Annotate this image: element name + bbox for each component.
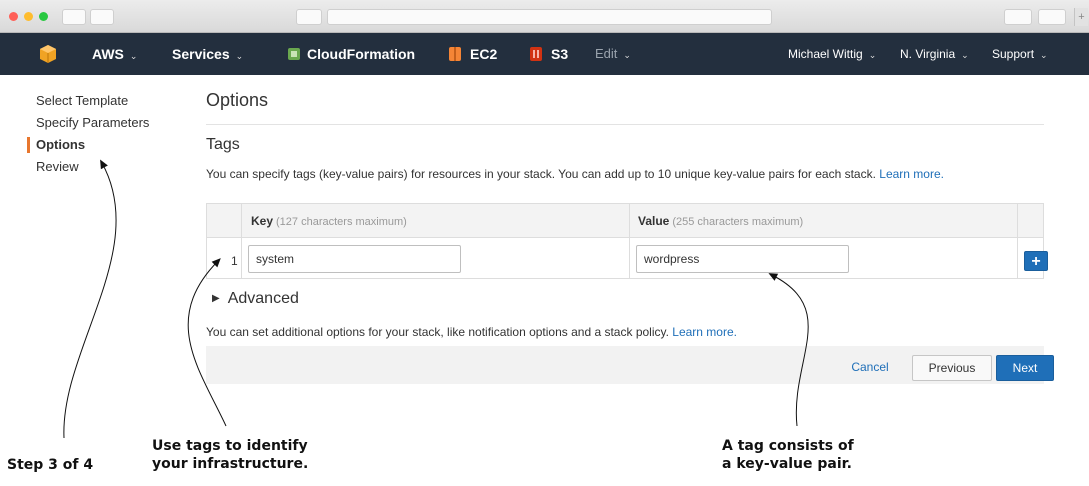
tags-annotation: Use tags to identify your infrastructure… [152, 437, 308, 473]
tags-annotation-line1: Use tags to identify [152, 438, 308, 454]
pair-annotation-line2: a key-value pair. [722, 456, 852, 472]
step-annotation: Step 3 of 4 [7, 457, 94, 473]
pair-annotation: A tag consists of a key-value pair. [722, 437, 854, 473]
tags-annotation-line2: your infrastructure. [152, 456, 309, 472]
tags-arrow [187, 258, 227, 427]
pair-annotation-line1: A tag consists of [722, 438, 854, 454]
annotation-arrows [63, 159, 809, 439]
key-value-arrow [768, 273, 809, 427]
step-arrow [63, 159, 117, 439]
